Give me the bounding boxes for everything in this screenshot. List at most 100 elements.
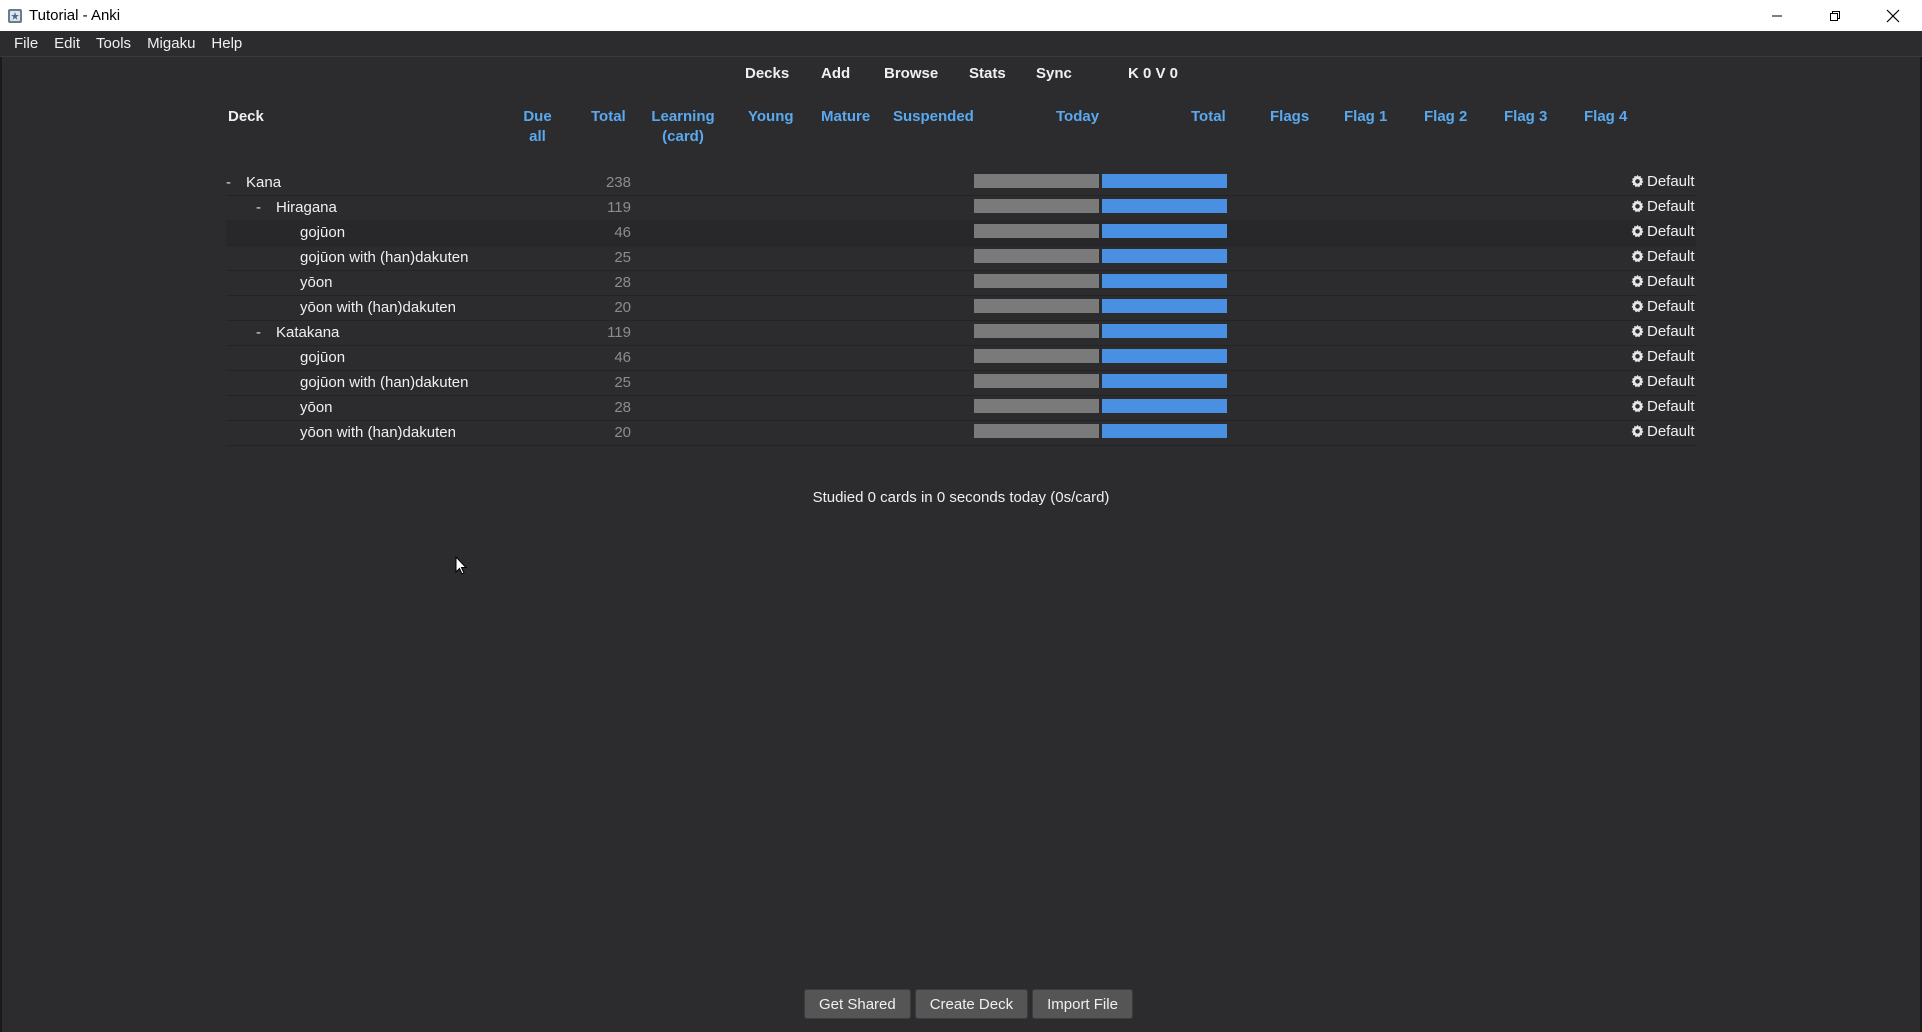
deck-row[interactable]: gojūon with (han)dakuten 25 Default xyxy=(226,370,1696,396)
today-bar xyxy=(974,399,1099,413)
deck-options[interactable]: Default xyxy=(1630,323,1695,340)
col-learning-line2: (card) xyxy=(662,128,704,145)
col-flag4[interactable]: Flag 4 xyxy=(1584,107,1627,127)
col-due[interactable]: Due all xyxy=(515,107,560,147)
collapse-toggle[interactable]: - xyxy=(226,174,231,191)
deck-total: 20 xyxy=(614,299,631,316)
close-button[interactable] xyxy=(1864,0,1922,31)
options-label: Default xyxy=(1647,198,1695,215)
gear-icon xyxy=(1631,299,1644,313)
deck-row[interactable]: yōon with (han)dakuten 20 Default xyxy=(226,420,1696,446)
studied-summary: Studied 0 cards in 0 seconds today (0s/c… xyxy=(812,489,1110,506)
today-bar xyxy=(974,424,1099,438)
col-today[interactable]: Today xyxy=(1056,107,1099,127)
get-shared-button[interactable]: Get Shared xyxy=(804,989,911,1019)
options-label: Default xyxy=(1647,348,1695,365)
options-label: Default xyxy=(1647,223,1695,240)
deck-name[interactable]: gojūon with (han)dakuten xyxy=(300,374,468,391)
col-suspended[interactable]: Suspended xyxy=(893,107,974,127)
deck-options[interactable]: Default xyxy=(1630,223,1695,240)
gear-icon xyxy=(1631,249,1644,263)
deck-row[interactable]: yōon 28 Default xyxy=(226,270,1696,296)
deck-total: 20 xyxy=(614,424,631,441)
collapse-toggle[interactable]: - xyxy=(256,199,261,216)
import-file-button[interactable]: Import File xyxy=(1032,989,1133,1019)
col-due-line1: Due xyxy=(523,108,552,125)
toolbar-kv-counter[interactable]: K 0 V 0 xyxy=(1128,65,1178,82)
col-total2[interactable]: Total xyxy=(1191,107,1226,127)
col-deck[interactable]: Deck xyxy=(228,107,264,127)
today-bar xyxy=(974,349,1099,363)
options-label: Default xyxy=(1647,248,1695,265)
deck-name[interactable]: yōon xyxy=(300,399,333,416)
deck-row[interactable]: gojūon 46 Default xyxy=(226,345,1696,371)
deck-row[interactable]: yōon with (han)dakuten 20 Default xyxy=(226,295,1696,321)
deck-row[interactable]: - Katakana 119 Default xyxy=(226,320,1696,346)
deck-total: 119 xyxy=(607,324,631,341)
col-learning[interactable]: Learning (card) xyxy=(648,107,718,147)
col-flags[interactable]: Flags xyxy=(1270,107,1309,127)
deck-name[interactable]: yōon xyxy=(300,274,333,291)
deck-total: 119 xyxy=(607,199,631,216)
total-bar xyxy=(1102,399,1227,413)
deck-options[interactable]: Default xyxy=(1630,423,1695,440)
deck-options[interactable]: Default xyxy=(1630,173,1695,190)
deck-name[interactable]: Kana xyxy=(246,174,281,191)
options-label: Default xyxy=(1647,423,1695,440)
deck-row[interactable]: - Kana 238 Default xyxy=(226,170,1696,196)
minimize-button[interactable] xyxy=(1748,0,1806,31)
restore-button[interactable] xyxy=(1806,0,1864,31)
toolbar-decks-link[interactable]: Decks xyxy=(745,65,789,82)
col-flag2[interactable]: Flag 2 xyxy=(1424,107,1467,127)
total-bar xyxy=(1102,224,1227,238)
deck-options[interactable]: Default xyxy=(1630,248,1695,265)
deck-row[interactable]: yōon 28 Default xyxy=(226,395,1696,421)
gear-icon xyxy=(1631,399,1644,413)
deck-options[interactable]: Default xyxy=(1630,198,1695,215)
deck-options[interactable]: Default xyxy=(1630,348,1695,365)
menu-help[interactable]: Help xyxy=(203,35,250,52)
col-total[interactable]: Total xyxy=(591,107,626,127)
gear-icon xyxy=(1631,174,1644,188)
deck-name[interactable]: gojūon xyxy=(300,224,345,241)
menu-edit[interactable]: Edit xyxy=(46,35,88,52)
deck-options[interactable]: Default xyxy=(1630,273,1695,290)
mouse-cursor-icon xyxy=(455,556,468,575)
deck-options[interactable]: Default xyxy=(1630,373,1695,390)
deck-name[interactable]: Hiragana xyxy=(276,199,337,216)
deck-row[interactable]: gojūon with (han)dakuten 25 Default xyxy=(226,245,1696,271)
menu-migaku[interactable]: Migaku xyxy=(139,35,203,52)
restore-icon xyxy=(1830,10,1840,21)
toolbar-browse-link[interactable]: Browse xyxy=(884,65,938,82)
deck-name[interactable]: gojūon with (han)dakuten xyxy=(300,249,468,266)
deck-name[interactable]: Katakana xyxy=(276,324,339,341)
deck-row[interactable]: gojūon 46 Default xyxy=(226,220,1696,246)
today-bar xyxy=(974,174,1099,188)
options-label: Default xyxy=(1647,173,1695,190)
today-bar xyxy=(974,199,1099,213)
total-bar xyxy=(1102,249,1227,263)
toolbar-sync-link[interactable]: Sync xyxy=(1036,65,1072,82)
col-young[interactable]: Young xyxy=(748,107,794,127)
today-bar xyxy=(974,324,1099,338)
deck-total: 238 xyxy=(605,174,631,191)
col-flag3[interactable]: Flag 3 xyxy=(1504,107,1547,127)
deck-name[interactable]: yōon with (han)dakuten xyxy=(300,299,456,316)
options-label: Default xyxy=(1647,298,1695,315)
deck-row[interactable]: - Hiragana 119 Default xyxy=(226,195,1696,221)
menu-file[interactable]: File xyxy=(0,35,46,52)
menu-tools[interactable]: Tools xyxy=(88,35,139,52)
create-deck-button[interactable]: Create Deck xyxy=(914,989,1029,1019)
deck-name[interactable]: gojūon xyxy=(300,349,345,366)
toolbar-stats-link[interactable]: Stats xyxy=(969,65,1006,82)
toolbar-add-link[interactable]: Add xyxy=(821,65,850,82)
deck-options[interactable]: Default xyxy=(1630,398,1695,415)
today-bar xyxy=(974,224,1099,238)
col-mature[interactable]: Mature xyxy=(821,107,870,127)
col-flag1[interactable]: Flag 1 xyxy=(1344,107,1387,127)
options-label: Default xyxy=(1647,398,1695,415)
collapse-toggle[interactable]: - xyxy=(256,324,261,341)
total-bar xyxy=(1102,424,1227,438)
deck-name[interactable]: yōon with (han)dakuten xyxy=(300,424,456,441)
deck-options[interactable]: Default xyxy=(1630,298,1695,315)
